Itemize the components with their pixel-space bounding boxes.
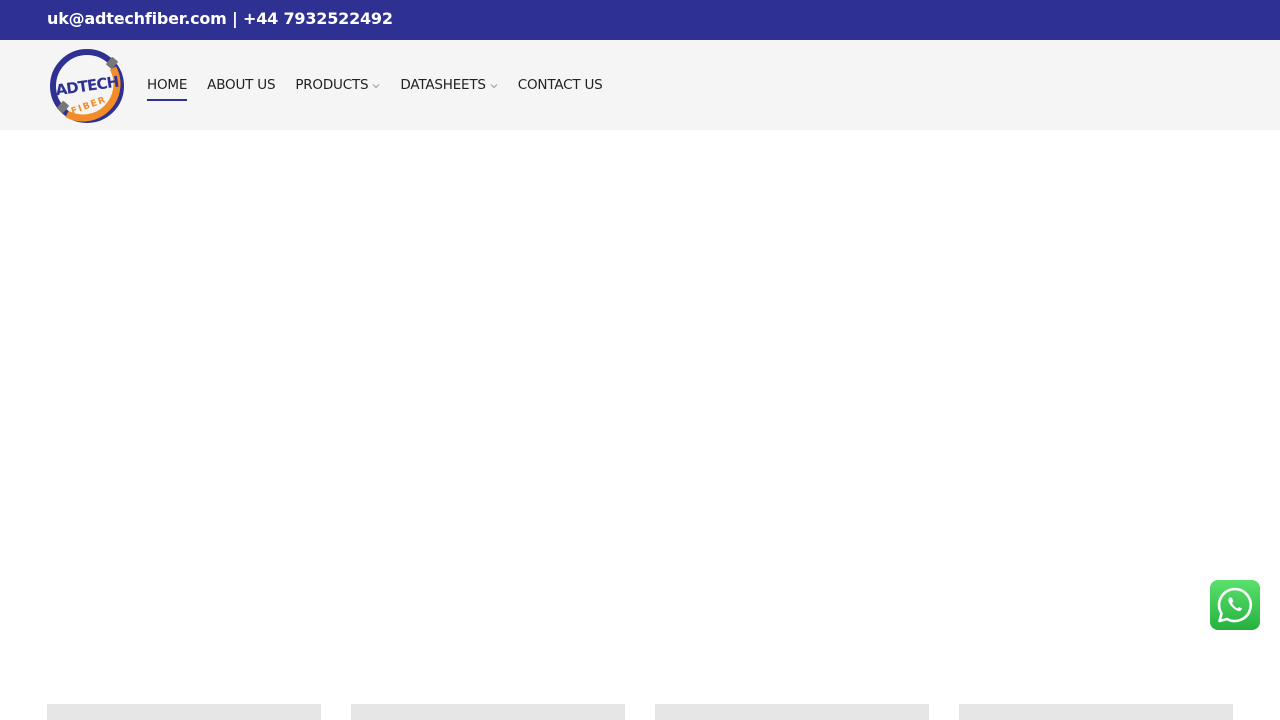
chevron-down-icon bbox=[373, 84, 380, 89]
logo-wordmark: ADTECH bbox=[54, 73, 119, 100]
nav-item-label: DATASHEETS bbox=[400, 77, 486, 93]
adtech-fiber-logo-icon: ADTECH FIBER bbox=[50, 49, 124, 123]
content-card-placeholder bbox=[47, 704, 321, 720]
nav-item-contact-us[interactable]: CONTACT US bbox=[518, 73, 603, 97]
content-card-placeholder bbox=[959, 704, 1233, 720]
main-navigation: HOME ABOUT US PRODUCTS DATASHEETS CONTAC… bbox=[147, 40, 623, 130]
content-card-placeholder bbox=[351, 704, 625, 720]
nav-item-label: ABOUT US bbox=[207, 77, 276, 93]
whatsapp-chat-button[interactable] bbox=[1210, 580, 1260, 630]
content-card-placeholder bbox=[655, 704, 929, 720]
brand-logo[interactable]: ADTECH FIBER bbox=[47, 46, 127, 126]
nav-item-about-us[interactable]: ABOUT US bbox=[207, 73, 275, 97]
nav-item-datasheets[interactable]: DATASHEETS bbox=[400, 73, 498, 97]
nav-item-label: PRODUCTS bbox=[295, 77, 369, 93]
nav-item-label: CONTACT US bbox=[517, 77, 603, 93]
top-contact-bar: uk@adtechfiber.com | +44 7932522492 bbox=[0, 0, 1280, 40]
nav-item-label: HOME bbox=[147, 77, 188, 93]
chevron-down-icon bbox=[490, 84, 498, 89]
whatsapp-icon bbox=[1217, 587, 1253, 623]
nav-item-home[interactable]: HOME bbox=[147, 73, 188, 101]
nav-item-products[interactable]: PRODUCTS bbox=[295, 73, 380, 97]
contact-info-text[interactable]: uk@adtechfiber.com | +44 7932522492 bbox=[47, 9, 393, 28]
site-header: ADTECH FIBER HOME ABOUT US PRODUCTS DATA… bbox=[0, 40, 1280, 130]
